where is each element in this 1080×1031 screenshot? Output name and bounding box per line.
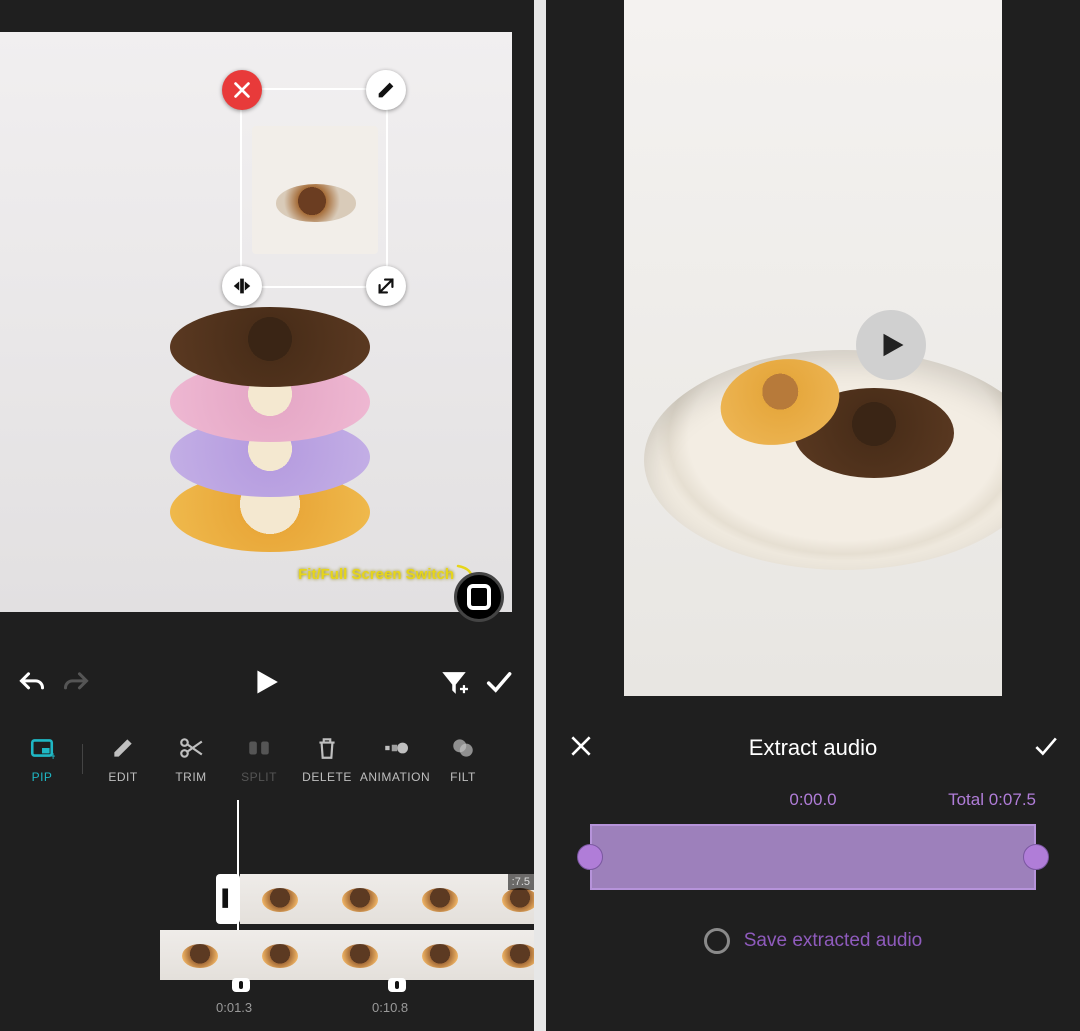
pip-edit-handle[interactable] xyxy=(366,70,406,110)
play-button[interactable] xyxy=(243,660,287,704)
pip-delete-handle[interactable] xyxy=(222,70,262,110)
tool-split: SPLIT xyxy=(225,734,293,784)
fit-full-toggle[interactable] xyxy=(454,572,504,622)
redo-icon xyxy=(62,668,90,696)
close-button[interactable] xyxy=(568,733,594,764)
clip-start-handle[interactable]: ▌ xyxy=(216,874,240,924)
save-audio-label: Save extracted audio xyxy=(744,930,923,952)
timeline-frame xyxy=(320,874,400,924)
timeline-frame xyxy=(480,930,534,980)
preview-canvas[interactable]: Fit/Full Screen Switch xyxy=(0,32,512,612)
play-icon xyxy=(251,668,279,696)
timeline-frame xyxy=(240,874,320,924)
redo-button[interactable] xyxy=(54,660,98,704)
undo-icon xyxy=(18,668,46,696)
clip-duration-badge: :7.5 xyxy=(508,874,534,890)
tool-label: SPLIT xyxy=(241,770,277,784)
donut-chocolate xyxy=(170,307,370,387)
extract-audio-pane: Extract audio 0:00.0 Total 0:07.5 Save e… xyxy=(546,0,1080,1031)
timeline[interactable]: ▌ :7.5 0:01.3 0:10.8 xyxy=(0,800,534,1031)
timeline-frame xyxy=(400,874,480,924)
filter-add-icon: + xyxy=(440,668,468,696)
pip-thumbnail xyxy=(252,126,378,254)
extract-times: 0:00.0 Total 0:07.5 xyxy=(546,790,1080,818)
editor-pane: Fit/Full Screen Switch + xyxy=(0,0,534,1031)
undo-button[interactable] xyxy=(10,660,54,704)
pane-divider xyxy=(534,0,546,1031)
timeline-frame xyxy=(240,930,320,980)
tool-filter[interactable]: FILT xyxy=(429,734,497,784)
extract-preview xyxy=(624,0,1002,696)
fit-full-hint-label: Fit/Full Screen Switch xyxy=(298,566,454,583)
tool-label: TRIM xyxy=(175,770,206,784)
save-audio-radio[interactable] xyxy=(704,928,730,954)
playback-bar: + xyxy=(0,652,534,712)
tool-label: PIP xyxy=(32,770,53,784)
flip-horizontal-icon xyxy=(231,275,253,297)
app-root: Fit/Full Screen Switch + xyxy=(0,0,1080,1031)
tool-animation[interactable]: ANIMATION xyxy=(361,734,429,784)
filter-icon xyxy=(449,734,477,762)
split-icon xyxy=(245,734,273,762)
tool-label: DELETE xyxy=(302,770,352,784)
tool-delete[interactable]: DELETE xyxy=(293,734,361,784)
pencil-icon xyxy=(375,79,397,101)
svg-text:+: + xyxy=(460,681,468,696)
timeline-frame xyxy=(400,930,480,980)
total-time: Total 0:07.5 xyxy=(948,790,1036,810)
check-icon xyxy=(484,668,512,696)
tool-trim[interactable]: TRIM xyxy=(157,734,225,784)
timeline-time-a: 0:01.3 xyxy=(216,1000,252,1015)
close-icon xyxy=(568,733,594,759)
aspect-box-icon xyxy=(467,584,491,610)
pip-track[interactable] xyxy=(160,930,534,980)
timeline-marker-b[interactable] xyxy=(388,978,406,992)
save-extracted-row[interactable]: Save extracted audio xyxy=(546,928,1080,954)
tool-pip[interactable]: + PIP xyxy=(8,734,76,784)
main-donut-stack xyxy=(170,292,370,552)
timeline-time-b: 0:10.8 xyxy=(372,1000,408,1015)
tool-label: FILT xyxy=(450,770,476,784)
range-fill xyxy=(590,824,1036,890)
pencil-icon xyxy=(109,734,137,762)
pip-icon: + xyxy=(28,734,56,762)
timeline-marker-a[interactable] xyxy=(232,978,250,992)
timeline-frame xyxy=(160,930,240,980)
range-start-knob[interactable] xyxy=(577,844,603,870)
preview-area: Fit/Full Screen Switch xyxy=(0,0,534,612)
preview-play-button[interactable] xyxy=(856,310,926,380)
extract-toolbar: Extract audio xyxy=(546,720,1080,776)
add-keyframe-button[interactable]: + xyxy=(432,660,476,704)
tool-row: + PIP EDIT TRIM SPLIT DELETE A xyxy=(0,720,534,798)
pip-selection-box[interactable] xyxy=(240,88,388,288)
close-icon xyxy=(231,79,253,101)
confirm-button[interactable] xyxy=(476,660,520,704)
extract-title: Extract audio xyxy=(749,735,877,761)
timeline-frame xyxy=(320,930,400,980)
pip-scale-handle[interactable] xyxy=(366,266,406,306)
trash-icon xyxy=(313,734,341,762)
tool-label: EDIT xyxy=(108,770,137,784)
svg-text:+: + xyxy=(50,749,55,761)
extract-range-slider[interactable] xyxy=(584,820,1042,894)
resize-diagonal-icon xyxy=(375,275,397,297)
animation-icon xyxy=(381,734,409,762)
check-icon xyxy=(1032,733,1058,759)
range-end-knob[interactable] xyxy=(1023,844,1049,870)
play-icon xyxy=(876,330,906,360)
tool-label: ANIMATION xyxy=(360,770,430,784)
tool-edit[interactable]: EDIT xyxy=(89,734,157,784)
scissors-icon xyxy=(177,734,205,762)
current-time: 0:00.0 xyxy=(789,790,836,810)
pip-flip-handle[interactable] xyxy=(222,266,262,306)
main-track[interactable]: :7.5 xyxy=(240,874,534,924)
confirm-button[interactable] xyxy=(1032,733,1058,764)
tool-divider xyxy=(82,744,83,774)
